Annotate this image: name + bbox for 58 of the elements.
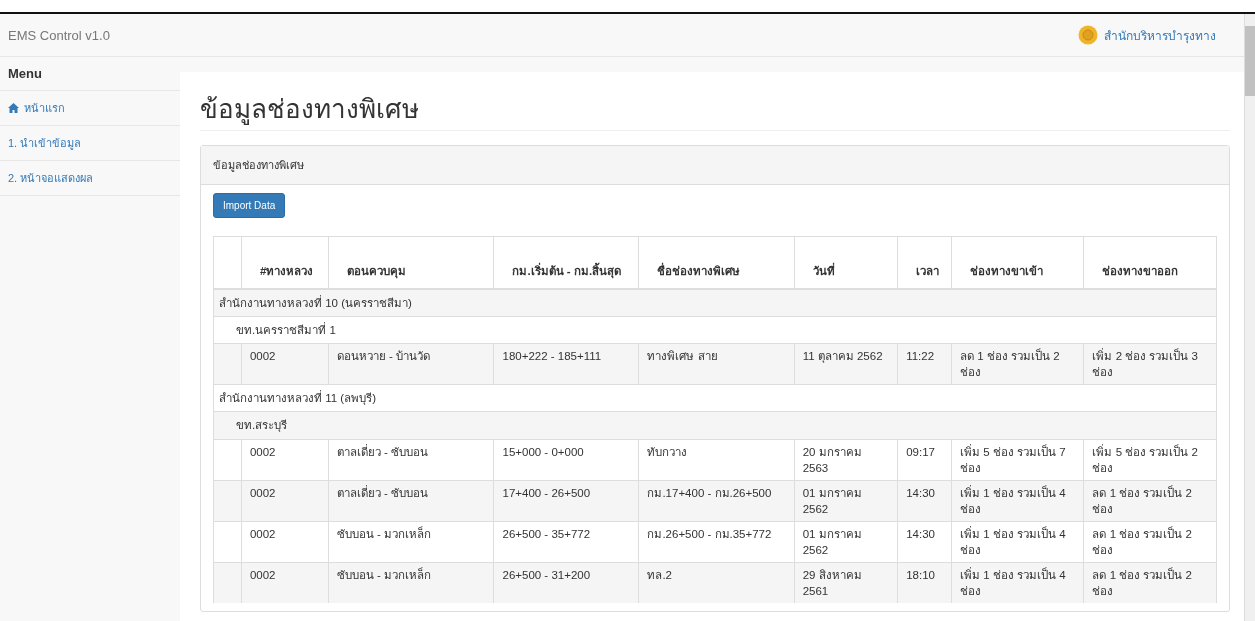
table-cell: 0002 xyxy=(249,486,276,499)
table-cell: 11 ตุลาคม 2562 xyxy=(802,350,883,363)
table-cell: 26+500 - 31+200 xyxy=(502,569,591,582)
table-cell: ดอนหวาย - บ้านวัด xyxy=(336,350,431,363)
page-title: ข้อมูลช่องทางพิเศษ xyxy=(200,72,1230,131)
table-cell: 18:10 xyxy=(906,569,935,582)
table-cell: 26+500 - 35+772 xyxy=(502,527,591,540)
table-cell: ตาลเดี่ยว - ซับบอน xyxy=(336,445,429,458)
scrollbar[interactable] xyxy=(1244,14,1255,621)
organization-link[interactable]: สำนักบริหารบำรุงทาง xyxy=(1104,25,1216,45)
column-header: ช่องทางขาออก xyxy=(1102,265,1179,277)
table-cell: 29 สิงหาคม 2561 xyxy=(802,569,862,598)
table-cell: ตาลเดี่ยว - ซับบอน xyxy=(336,486,429,499)
column-header: ช่องทางขาเข้า xyxy=(969,265,1043,277)
table-cell: ลด 1 ช่อง รวมเป็น 2 ช่อง xyxy=(1092,569,1192,598)
table-cell: เพิ่ม 5 ช่อง รวมเป็น 7 ช่อง xyxy=(959,445,1066,474)
table-cell: ทางพิเศษ สาย xyxy=(647,350,718,363)
table-cell: กม.26+500 - กม.35+772 xyxy=(647,527,772,540)
panel-heading: ข้อมูลช่องทางพิเศษ xyxy=(201,146,1229,185)
table-cell: เพิ่ม 5 ช่อง รวมเป็น 2 ช่อง xyxy=(1092,445,1198,474)
subgroup-label: ขท.สระบุรี xyxy=(236,419,288,432)
table-cell: 0002 xyxy=(249,445,276,458)
app-brand[interactable]: EMS Control v1.0 xyxy=(8,27,110,43)
table-cell: ซับบอน - มวกเหล็ก xyxy=(336,569,432,582)
menu-heading: Menu xyxy=(0,57,180,91)
table-cell: ลด 1 ช่อง รวมเป็น 2 ช่อง xyxy=(1092,486,1192,515)
group-label: สำนักงานทางหลวงที่ 11 (ลพบุรี) xyxy=(219,392,376,405)
table-cell: ลด 1 ช่อง รวมเป็น 2 ช่อง xyxy=(1092,527,1192,557)
table-cell: ทับกวาง xyxy=(647,445,688,458)
table-cell: 20 มกราคม 2563 xyxy=(802,445,862,474)
table-cell: ซับบอน - มวกเหล็ก xyxy=(336,527,432,540)
table-cell: 14:30 xyxy=(906,527,935,540)
table-cell: 17+400 - 26+500 xyxy=(502,486,591,499)
table-cell: 01 มกราคม 2562 xyxy=(802,486,862,515)
table-cell: เพิ่ม 1 ช่อง รวมเป็น 4 ช่อง xyxy=(959,486,1066,515)
column-header: ตอนควบคุม xyxy=(346,265,406,277)
table-cell: 09:17 xyxy=(906,445,935,458)
table-cell: 180+222 - 185+111 xyxy=(502,350,602,363)
column-header: เวลา xyxy=(916,265,940,277)
emblem-icon xyxy=(1078,25,1098,45)
table-cell: 0002 xyxy=(249,350,276,363)
table-cell: 11:22 xyxy=(906,350,935,363)
import-data-button[interactable]: Import Data xyxy=(213,193,286,218)
table-cell: ทล.2 xyxy=(647,569,672,582)
table-cell: กม.17+400 - กม.26+500 xyxy=(647,486,772,499)
table-cell: 01 มกราคม 2562 xyxy=(802,527,862,557)
group-label: สำนักงานทางหลวงที่ 10 (นครราชสีมา) xyxy=(219,297,412,309)
home-icon xyxy=(8,103,19,113)
table-cell: 14:30 xyxy=(906,486,935,499)
table-cell: เพิ่ม 1 ช่อง รวมเป็น 4 ช่อง xyxy=(959,569,1066,598)
column-header: #ทางหลวง xyxy=(259,265,314,277)
table-cell: เพิ่ม 1 ช่อง รวมเป็น 4 ช่อง xyxy=(959,527,1066,557)
table-cell: เพิ่ม 2 ช่อง รวมเป็น 3 ช่อง xyxy=(1092,350,1198,379)
table-cell: 15+000 - 0+000 xyxy=(502,445,584,458)
table-cell: ลด 1 ช่อง รวมเป็น 2 ช่อง xyxy=(959,350,1060,379)
subgroup-label: ขท.นครราชสีมาที่ 1 xyxy=(236,324,336,337)
table-cell: 0002 xyxy=(249,527,276,540)
table-cell: 0002 xyxy=(249,569,276,582)
